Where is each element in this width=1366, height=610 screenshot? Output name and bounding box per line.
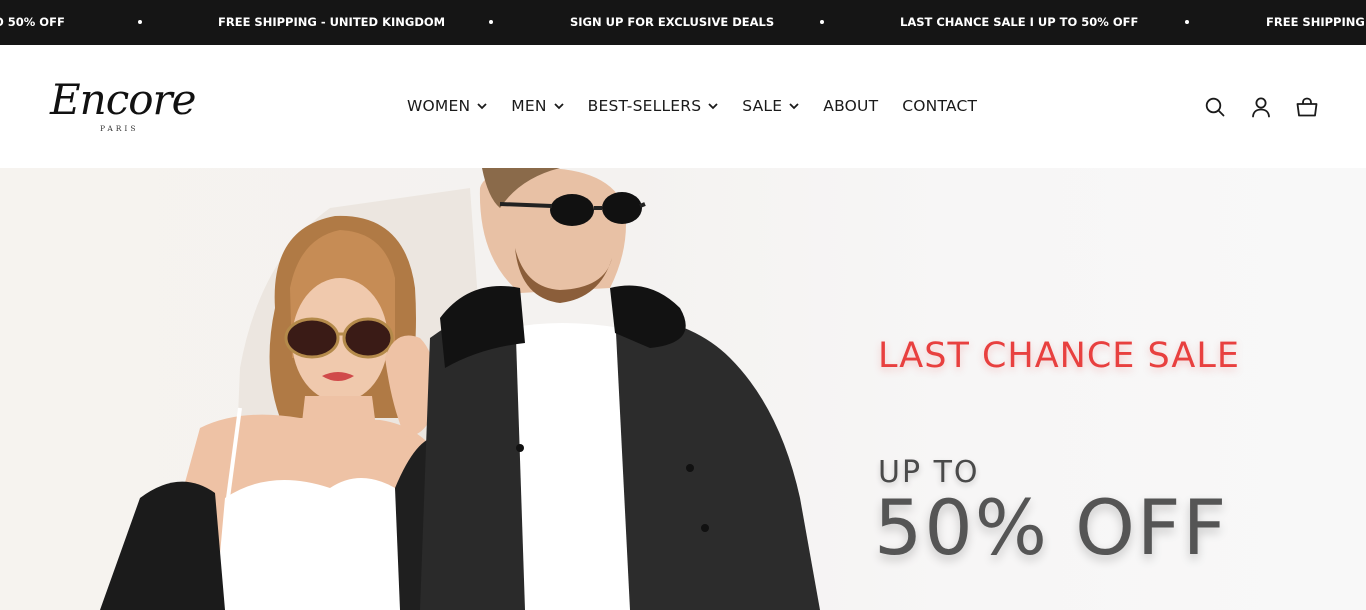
search-icon — [1205, 97, 1225, 117]
separator-dot — [1185, 20, 1189, 24]
nav-item-label: ABOUT — [823, 97, 879, 115]
chevron-down-icon — [708, 103, 718, 110]
logo-subtitle: PARIS — [100, 124, 139, 133]
hero-title: LAST CHANCE SALE — [878, 336, 1240, 376]
logo-wordmark: Encore — [50, 75, 196, 124]
chevron-down-icon — [477, 103, 487, 110]
separator-dot — [820, 20, 824, 24]
site-header: Encore PARIS WOMEN MEN BEST-SELLERS SALE… — [0, 45, 1366, 168]
nav-item-label: SALE — [742, 97, 783, 115]
hero-offer-value: 50% OFF — [874, 483, 1229, 572]
announcement-item: O 50% OFF — [0, 15, 65, 29]
cart-icon — [1296, 97, 1318, 117]
nav-item-women[interactable]: WOMEN — [407, 97, 487, 115]
account-icon — [1252, 97, 1270, 118]
brand-logo[interactable]: Encore PARIS — [50, 75, 196, 137]
hero-banner[interactable]: LAST CHANCE SALE UP TO 50% OFF — [0, 168, 1366, 610]
announcement-item: SIGN UP FOR EXCLUSIVE DEALS — [570, 15, 775, 29]
announcement-item: FREE SHIPPING - UNITED KINGDOM — [218, 15, 446, 29]
nav-item-label: WOMEN — [407, 97, 471, 115]
separator-dot — [138, 20, 142, 24]
nav-item-label: CONTACT — [902, 97, 978, 115]
cart-button[interactable] — [1295, 95, 1319, 119]
chevron-down-icon — [789, 103, 799, 110]
search-button[interactable] — [1203, 95, 1227, 119]
nav-item-label: BEST-SELLERS — [587, 97, 702, 115]
nav-item-about[interactable]: ABOUT — [823, 97, 878, 115]
nav-item-label: MEN — [511, 97, 547, 115]
hero-models-image — [100, 168, 820, 610]
main-nav: WOMEN MEN BEST-SELLERS SALE ABOUT CONTAC… — [407, 94, 977, 118]
account-button[interactable] — [1249, 95, 1273, 119]
header-actions — [1203, 95, 1319, 119]
nav-item-contact[interactable]: CONTACT — [902, 97, 977, 115]
announcement-item: LAST CHANCE SALE I UP TO 50% OFF — [900, 15, 1139, 29]
nav-item-best-sellers[interactable]: BEST-SELLERS — [588, 97, 719, 115]
separator-dot — [489, 20, 493, 24]
nav-item-men[interactable]: MEN — [511, 97, 564, 115]
announcement-item: FREE SHIPPING - UNITED KINGDOM — [1266, 15, 1366, 29]
announcement-bar: O 50% OFF FREE SHIPPING - UNITED KINGDOM… — [0, 0, 1366, 45]
nav-item-sale[interactable]: SALE — [742, 97, 799, 115]
chevron-down-icon — [554, 103, 564, 110]
